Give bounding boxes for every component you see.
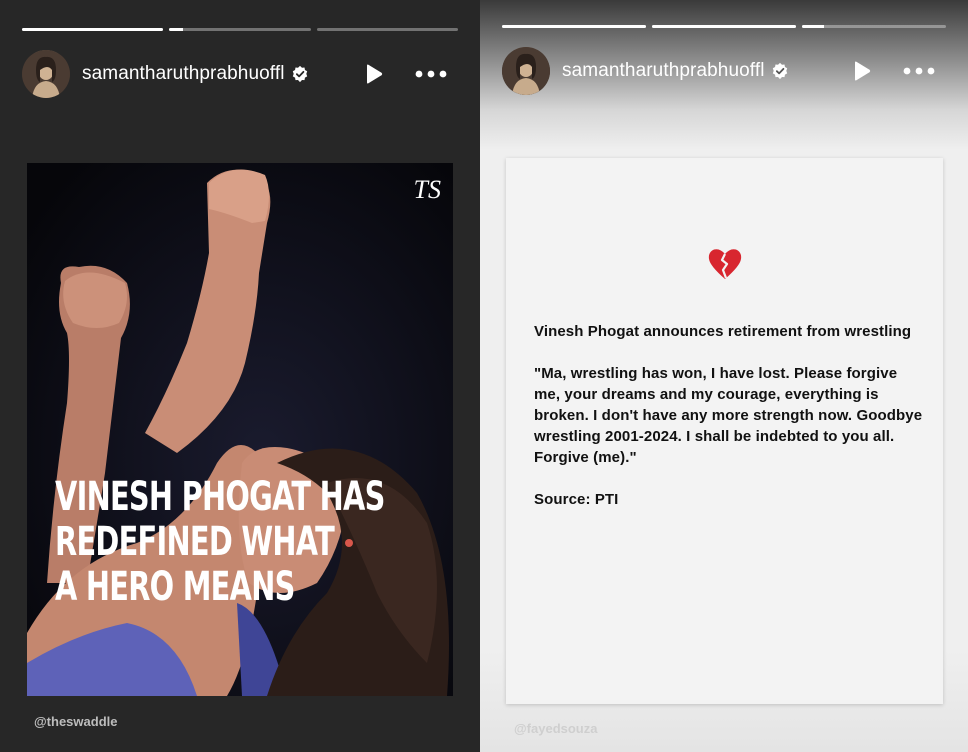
headline-line: VINESH PHOGAT HAS bbox=[55, 474, 385, 520]
progress-segment bbox=[802, 25, 946, 28]
play-icon[interactable] bbox=[850, 60, 872, 82]
progress-segment bbox=[316, 28, 458, 31]
progress-segment bbox=[22, 28, 164, 31]
broken-heart-icon bbox=[708, 249, 742, 279]
post-heading: Vinesh Phogat announces retirement from … bbox=[534, 323, 912, 340]
story-header: samantharuthprabhuoffl bbox=[22, 48, 458, 100]
username[interactable]: samantharuthprabhuoffl bbox=[82, 63, 285, 85]
progress-segment bbox=[502, 25, 646, 28]
brand-logo: TS bbox=[413, 175, 441, 204]
story-progress-bar bbox=[22, 28, 458, 31]
progress-segment bbox=[652, 25, 796, 28]
story-panel-left[interactable]: samantharuthprabhuoffl TS VINESH PHOGAT … bbox=[0, 0, 480, 752]
avatar[interactable] bbox=[502, 47, 550, 95]
progress-segment bbox=[169, 28, 311, 31]
story-image: TS VINESH PHOGAT HAS REDEFINED WHAT A HE… bbox=[27, 163, 453, 696]
headline-line: REDEFINED WHAT bbox=[55, 519, 335, 565]
text-post-card: Vinesh Phogat announces retirement from … bbox=[506, 158, 943, 704]
story-header: samantharuthprabhuoffl bbox=[502, 45, 946, 97]
verified-badge-icon bbox=[772, 62, 787, 80]
post-text: Vinesh Phogat announces retirement from … bbox=[534, 321, 924, 531]
mention-credit[interactable]: @theswaddle bbox=[34, 714, 117, 729]
username[interactable]: samantharuthprabhuoffl bbox=[562, 60, 765, 82]
story-progress-bar bbox=[502, 25, 946, 28]
post-source: Source: PTI bbox=[534, 491, 619, 508]
post-quote: "Ma, wrestling has won, I have lost. Ple… bbox=[534, 365, 923, 466]
wrestler-photo bbox=[27, 163, 453, 696]
story-headline: VINESH PHOGAT HAS REDEFINED WHAT A HERO … bbox=[55, 475, 444, 610]
verified-badge-icon bbox=[292, 65, 307, 83]
story-panel-right[interactable]: samantharuthprabhuoffl Vinesh Phogat ann… bbox=[480, 0, 968, 752]
avatar[interactable] bbox=[22, 50, 70, 98]
play-icon[interactable] bbox=[362, 63, 384, 85]
headline-line: A HERO MEANS bbox=[55, 564, 295, 610]
more-options-icon[interactable] bbox=[902, 60, 936, 82]
mention-credit[interactable]: @fayedsouza bbox=[514, 721, 597, 736]
more-options-icon[interactable] bbox=[414, 63, 448, 85]
